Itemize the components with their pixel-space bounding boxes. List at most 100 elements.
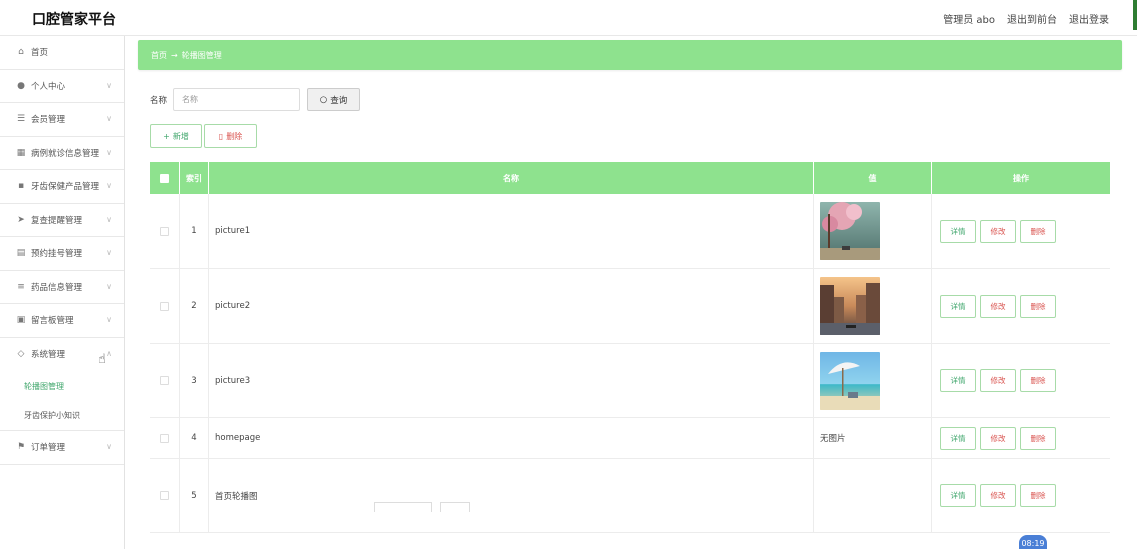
row-index: 2 [180, 269, 209, 343]
data-table: 索引 名称 值 操作 1 picture1 详情 修改 删除 2 picture… [150, 162, 1110, 533]
sidebar-item-label: 药品信息管理 [31, 282, 83, 293]
sidebar-item-appointments[interactable]: ▤ 预约挂号管理 ∨ [0, 237, 124, 271]
detail-button[interactable]: 详情 [940, 426, 976, 450]
row-ops: 详情 修改 删除 [932, 344, 1110, 417]
sidebar-item-cases[interactable]: ▦ 病例就诊信息管理 ∨ [0, 137, 124, 170]
table-row: 2 picture2 详情 修改 删除 [150, 269, 1110, 344]
row-select-cell [150, 194, 180, 268]
row-select-cell [150, 418, 180, 458]
table-row: 3 picture3 详情 修改 删除 [150, 344, 1110, 418]
row-select-cell [150, 269, 180, 343]
row-index: 1 [180, 194, 209, 268]
venice-canal-image [820, 277, 880, 335]
clock-badge: 08:19 [1019, 535, 1047, 549]
select-all-checkbox[interactable] [160, 173, 169, 183]
delete-button-label: 删除 [226, 131, 243, 141]
beach-umbrella-image [820, 351, 880, 410]
apps-icon: ▪ [17, 181, 25, 192]
table-row: 1 picture1 详情 修改 删除 [150, 194, 1110, 269]
row-no-image [814, 459, 932, 532]
chevron-down-icon: ∨ [106, 114, 112, 123]
breadcrumb: 首页 → 轮播图管理 [138, 40, 1122, 70]
sidebar-item-label: 牙齿保健产品管理 [31, 182, 100, 193]
clipboard-icon: ▣ [16, 315, 26, 326]
delete-button[interactable]: 删除 [1020, 219, 1056, 243]
header-name[interactable]: 名称 [209, 162, 814, 194]
sidebar-subitem-carousel[interactable]: 轮播图管理 [0, 371, 124, 401]
page-jump-input[interactable] [440, 502, 470, 512]
detail-button[interactable]: 详情 [940, 294, 976, 318]
sidebar-item-orders[interactable]: ⚑ 订单管理 ∨ [0, 431, 124, 465]
detail-button[interactable]: 详情 [940, 484, 976, 507]
row-checkbox[interactable] [160, 491, 169, 500]
search-row: 名称 名称 ○ 查询 [150, 88, 361, 111]
row-checkbox[interactable] [160, 376, 169, 385]
sidebar-item-messages[interactable]: ▣ 留言板管理 ∨ [0, 304, 124, 338]
sidebar-item-label: 首页 [31, 48, 49, 59]
sidebar-item-members[interactable]: ☰ 会员管理 ∨ [0, 103, 124, 137]
trash-icon: ▯ [218, 131, 224, 141]
to-front-link[interactable]: 退出到前台 [1007, 11, 1057, 26]
add-button[interactable]: + 新增 [150, 124, 202, 148]
header-index: 索引 [180, 162, 209, 194]
edit-button[interactable]: 修改 [980, 426, 1016, 450]
logout-link[interactable]: 退出登录 [1069, 11, 1109, 26]
table-row: 5 首页轮播图 详情 修改 删除 [150, 459, 1110, 533]
row-select-cell [150, 459, 180, 532]
breadcrumb-arrow: → [171, 50, 178, 60]
row-image-cell [814, 269, 932, 343]
top-bar: 口腔管家平台 管理员 abo 退出到前台 退出登录 [0, 0, 1137, 36]
sliders-icon: ☰ [16, 114, 26, 125]
chevron-down-icon: ∨ [106, 281, 112, 291]
sidebar: ⌂ 首页 ● 个人中心 ∨ ☰ 会员管理 ∨ ▦ 病例就诊信息管理 ∨ ▪ 牙齿… [0, 36, 125, 549]
add-button-label: 新增 [172, 131, 189, 141]
sidebar-item-profile[interactable]: ● 个人中心 ∨ [0, 70, 124, 103]
home-icon: ⌂ [18, 47, 24, 58]
detail-button[interactable]: 详情 [940, 369, 976, 392]
delete-button[interactable]: 删除 [1020, 294, 1056, 318]
delete-button[interactable]: 删除 [1020, 426, 1056, 450]
batch-delete-button[interactable]: ▯ 删除 [204, 124, 257, 148]
sidebar-subitem-tooth-tips[interactable]: 牙齿保护小知识 [0, 401, 124, 431]
sidebar-item-label: 个人中心 [31, 81, 66, 92]
row-index: 5 [180, 459, 209, 532]
settings-icon: ◇ [17, 349, 25, 360]
top-links: 管理员 abo 退出到前台 退出登录 [943, 11, 1109, 26]
sidebar-item-home[interactable]: ⌂ 首页 [0, 36, 124, 70]
row-ops: 详情 修改 删除 [932, 194, 1110, 268]
breadcrumb-home[interactable]: 首页 [151, 50, 167, 61]
page-size-select[interactable] [374, 502, 432, 512]
row-checkbox[interactable] [160, 301, 169, 311]
list-icon: ≡ [17, 281, 25, 292]
sidebar-item-products[interactable]: ▪ 牙齿保健产品管理 ∨ [0, 170, 124, 204]
detail-button[interactable]: 详情 [940, 219, 976, 243]
edit-button[interactable]: 修改 [980, 294, 1016, 318]
header-image[interactable]: 值 [814, 162, 932, 194]
sidebar-item-medicine[interactable]: ≡ 药品信息管理 ∨ [0, 271, 124, 304]
row-checkbox[interactable] [160, 433, 169, 443]
edit-button[interactable]: 修改 [980, 484, 1016, 507]
row-ops: 详情 修改 删除 [932, 459, 1110, 532]
chevron-down-icon: ∨ [106, 214, 112, 224]
chevron-down-icon: ∨ [106, 147, 112, 157]
delete-button[interactable]: 删除 [1020, 484, 1056, 507]
row-name: 首页轮播图 [209, 459, 814, 532]
search-button[interactable]: ○ 查询 [307, 88, 361, 111]
row-name: homepage [209, 418, 814, 458]
row-ops: 详情 修改 删除 [932, 418, 1110, 458]
sidebar-item-reminders[interactable]: ➤ 复查提醒管理 ∨ [0, 204, 124, 237]
user-icon: ● [17, 80, 25, 91]
row-select-cell [150, 344, 180, 417]
search-input[interactable]: 名称 [173, 88, 301, 111]
main-content: 首页 → 轮播图管理 名称 名称 ○ 查询 + 新增 ▯ 删除 索引 名称 值 … [138, 40, 1122, 533]
edit-button[interactable]: 修改 [980, 219, 1016, 243]
delete-button[interactable]: 删除 [1020, 369, 1056, 392]
row-checkbox[interactable] [160, 226, 169, 236]
row-ops: 详情 修改 删除 [932, 269, 1110, 343]
edit-button[interactable]: 修改 [980, 369, 1016, 392]
table-header: 索引 名称 值 操作 [150, 162, 1110, 194]
row-image-cell [814, 344, 932, 417]
pagination [374, 502, 470, 512]
chevron-down-icon: ∨ [106, 248, 112, 257]
row-name: picture3 [209, 344, 814, 417]
